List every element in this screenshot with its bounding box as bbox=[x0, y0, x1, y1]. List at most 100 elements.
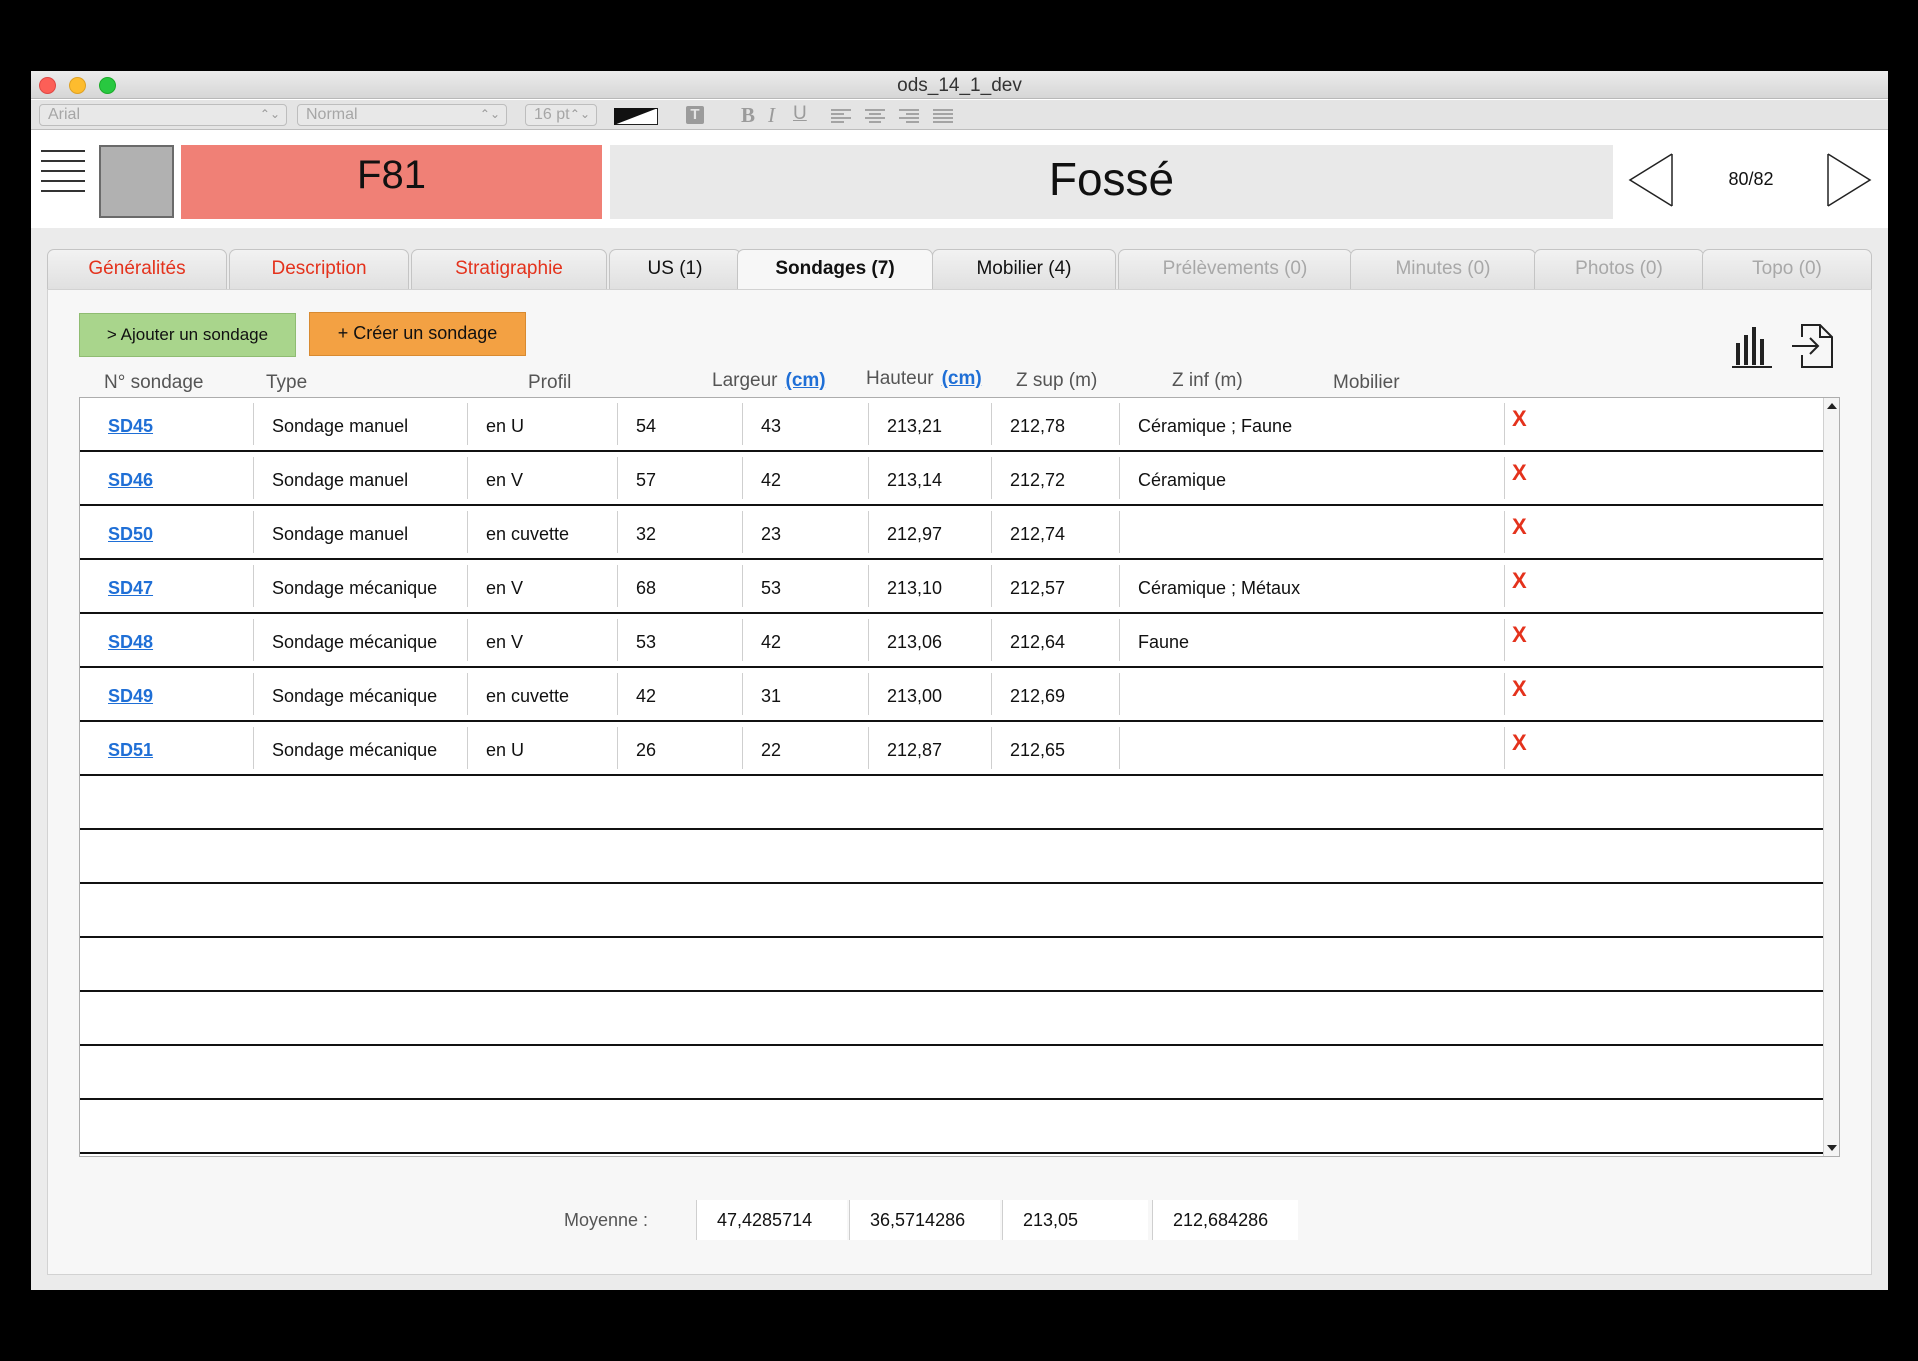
cell-largeur[interactable]: 54 bbox=[617, 403, 742, 445]
previous-record-icon[interactable] bbox=[1628, 152, 1674, 208]
tab-stratigraphie[interactable]: Stratigraphie bbox=[411, 249, 607, 289]
table-row[interactable]: SD49 Sondage mécanique en cuvette 42 31 213,0… bbox=[80, 668, 1824, 722]
tab-description[interactable]: Description bbox=[229, 249, 409, 289]
table-row[interactable]: SD47 Sondage mécanique en V 68 53 213,10 212,5… bbox=[80, 560, 1824, 614]
cell-hauteur[interactable]: 43 bbox=[742, 403, 868, 445]
table-row[interactable]: SD50 Sondage manuel en cuvette 32 23 212,97 21… bbox=[80, 506, 1824, 560]
font-style-select[interactable]: Normal ⌃⌄ bbox=[297, 104, 507, 126]
cell-zsup[interactable]: 213,10 bbox=[868, 565, 991, 607]
tab-mobilier[interactable]: Mobilier (4) bbox=[932, 249, 1116, 289]
delete-row-icon[interactable]: X bbox=[1512, 512, 1527, 542]
cell-profil[interactable]: en U bbox=[467, 727, 617, 769]
cell-zinf[interactable]: 212,64 bbox=[991, 619, 1119, 661]
largeur-unit-link[interactable]: (cm) bbox=[786, 370, 826, 391]
cell-mobilier[interactable] bbox=[1119, 673, 1504, 715]
cell-profil[interactable]: en cuvette bbox=[467, 673, 617, 715]
sondage-link[interactable]: SD49 bbox=[108, 686, 153, 706]
cell-type[interactable]: Sondage manuel bbox=[253, 457, 467, 499]
italic-button[interactable]: I bbox=[768, 103, 775, 128]
next-record-icon[interactable] bbox=[1826, 152, 1872, 208]
tab-topo[interactable]: Topo (0) bbox=[1702, 249, 1872, 289]
scroll-down-icon[interactable] bbox=[1827, 1145, 1837, 1151]
cell-largeur[interactable]: 26 bbox=[617, 727, 742, 769]
bar-chart-icon[interactable] bbox=[1732, 325, 1772, 369]
table-row[interactable]: SD48 Sondage mécanique en V 53 42 213,06 212,6… bbox=[80, 614, 1824, 668]
cell-hauteur[interactable]: 22 bbox=[742, 727, 868, 769]
cell-zinf[interactable]: 212,78 bbox=[991, 403, 1119, 445]
cell-zsup[interactable]: 213,00 bbox=[868, 673, 991, 715]
align-justify-icon[interactable] bbox=[933, 109, 953, 123]
cell-mobilier[interactable]: Céramique bbox=[1119, 457, 1504, 499]
tab-photos[interactable]: Photos (0) bbox=[1534, 249, 1704, 289]
sondage-link[interactable]: SD50 bbox=[108, 524, 153, 544]
cell-zinf[interactable]: 212,74 bbox=[991, 511, 1119, 553]
export-icon[interactable] bbox=[1790, 323, 1834, 369]
delete-row-icon[interactable]: X bbox=[1512, 458, 1527, 488]
tab-us[interactable]: US (1) bbox=[609, 249, 741, 289]
cell-zsup[interactable]: 213,14 bbox=[868, 457, 991, 499]
scroll-up-icon[interactable] bbox=[1827, 403, 1837, 409]
tab-generalites[interactable]: Généralités bbox=[47, 249, 227, 289]
cell-mobilier[interactable]: Céramique ; Faune bbox=[1119, 403, 1504, 445]
sondage-link[interactable]: SD48 bbox=[108, 632, 153, 652]
tab-sondages[interactable]: Sondages (7) bbox=[737, 249, 933, 290]
add-sondage-button[interactable]: > Ajouter un sondage bbox=[79, 313, 296, 357]
record-thumbnail[interactable] bbox=[99, 145, 174, 218]
tab-prelevements[interactable]: Prélèvements (0) bbox=[1118, 249, 1352, 289]
table-row[interactable]: SD51 Sondage mécanique en U 26 22 212,87 212,6… bbox=[80, 722, 1824, 776]
cell-hauteur[interactable]: 42 bbox=[742, 457, 868, 499]
cell-zsup[interactable]: 213,21 bbox=[868, 403, 991, 445]
sondage-link[interactable]: SD47 bbox=[108, 578, 153, 598]
cell-hauteur[interactable]: 53 bbox=[742, 565, 868, 607]
cell-hauteur[interactable]: 42 bbox=[742, 619, 868, 661]
delete-row-icon[interactable]: X bbox=[1512, 728, 1527, 758]
cell-type[interactable]: Sondage mécanique bbox=[253, 619, 467, 661]
create-sondage-button[interactable]: + Créer un sondage bbox=[309, 312, 526, 356]
font-size-select[interactable]: 16 pt ⌃⌄ bbox=[525, 104, 597, 126]
table-row[interactable]: SD46 Sondage manuel en V 57 42 213,14 212,72 Cé… bbox=[80, 452, 1824, 506]
cell-profil[interactable]: en V bbox=[467, 619, 617, 661]
tab-minutes[interactable]: Minutes (0) bbox=[1350, 249, 1536, 289]
cell-profil[interactable]: en cuvette bbox=[467, 511, 617, 553]
sondage-link[interactable]: SD46 bbox=[108, 470, 153, 490]
cell-largeur[interactable]: 53 bbox=[617, 619, 742, 661]
cell-zinf[interactable]: 212,65 bbox=[991, 727, 1119, 769]
cell-type[interactable]: Sondage mécanique bbox=[253, 673, 467, 715]
cell-profil[interactable]: en U bbox=[467, 403, 617, 445]
cell-zinf[interactable]: 212,72 bbox=[991, 457, 1119, 499]
cell-mobilier[interactable] bbox=[1119, 511, 1504, 553]
cell-type[interactable]: Sondage mécanique bbox=[253, 565, 467, 607]
cell-largeur[interactable]: 57 bbox=[617, 457, 742, 499]
cell-zsup[interactable]: 212,97 bbox=[868, 511, 991, 553]
cell-profil[interactable]: en V bbox=[467, 565, 617, 607]
align-center-icon[interactable] bbox=[865, 109, 885, 123]
cell-mobilier[interactable]: Faune bbox=[1119, 619, 1504, 661]
cell-largeur[interactable]: 68 bbox=[617, 565, 742, 607]
cell-type[interactable]: Sondage mécanique bbox=[253, 727, 467, 769]
cell-hauteur[interactable]: 31 bbox=[742, 673, 868, 715]
underline-button[interactable]: U bbox=[793, 103, 807, 125]
font-family-select[interactable]: Arial ⌃⌄ bbox=[39, 104, 287, 126]
cell-mobilier[interactable] bbox=[1119, 727, 1504, 769]
cell-zsup[interactable]: 213,06 bbox=[868, 619, 991, 661]
cell-zinf[interactable]: 212,69 bbox=[991, 673, 1119, 715]
text-style-icon[interactable]: T bbox=[686, 106, 704, 124]
cell-type[interactable]: Sondage manuel bbox=[253, 511, 467, 553]
delete-row-icon[interactable]: X bbox=[1512, 674, 1527, 704]
menu-icon[interactable] bbox=[41, 150, 85, 196]
delete-row-icon[interactable]: X bbox=[1512, 566, 1527, 596]
sondage-link[interactable]: SD51 bbox=[108, 740, 153, 760]
cell-zsup[interactable]: 212,87 bbox=[868, 727, 991, 769]
cell-hauteur[interactable]: 23 bbox=[742, 511, 868, 553]
table-row[interactable]: SD45 Sondage manuel en U 54 43 213,21 212,78 Cé… bbox=[80, 398, 1824, 452]
cell-mobilier[interactable]: Céramique ; Métaux bbox=[1119, 565, 1504, 607]
table-scrollbar[interactable] bbox=[1823, 398, 1839, 1156]
cell-largeur[interactable]: 32 bbox=[617, 511, 742, 553]
align-left-icon[interactable] bbox=[831, 109, 851, 123]
color-swatch-icon[interactable] bbox=[614, 108, 658, 125]
cell-zinf[interactable]: 212,57 bbox=[991, 565, 1119, 607]
delete-row-icon[interactable]: X bbox=[1512, 620, 1527, 650]
align-right-icon[interactable] bbox=[899, 109, 919, 123]
delete-row-icon[interactable]: X bbox=[1512, 404, 1527, 434]
bold-button[interactable]: B bbox=[741, 103, 755, 128]
